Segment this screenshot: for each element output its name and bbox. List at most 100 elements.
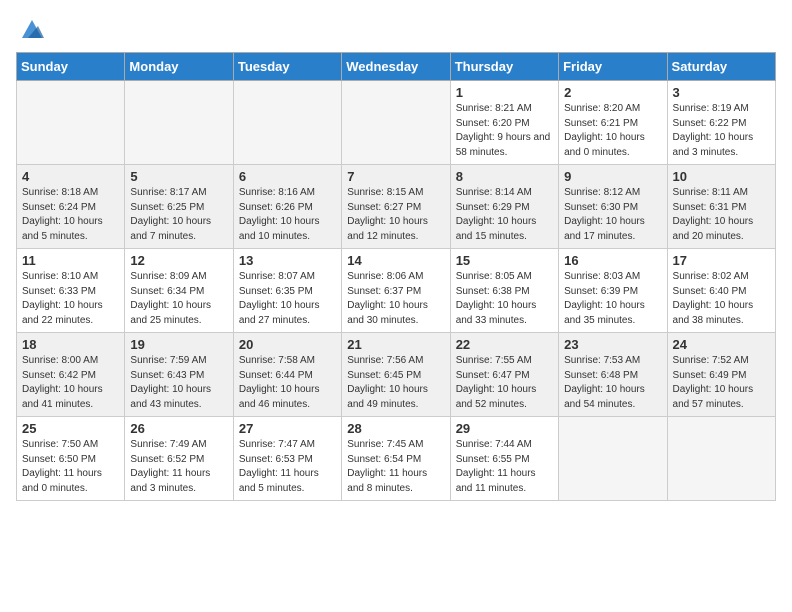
calendar-day-cell: 13 Sunrise: 8:07 AMSunset: 6:35 PMDayligh…	[233, 249, 341, 333]
calendar-day-cell: 14 Sunrise: 8:06 AMSunset: 6:37 PMDayligh…	[342, 249, 450, 333]
day-info: Sunrise: 7:49 AMSunset: 6:52 PMDaylight:…	[130, 438, 227, 496]
calendar-day-cell	[667, 417, 775, 501]
day-info: Sunrise: 8:21 AMSunset: 6:20 PMDaylight:…	[456, 102, 553, 160]
calendar-day-cell: 2 Sunrise: 8:20 AMSunset: 6:21 PMDaylight…	[559, 81, 667, 165]
calendar-day-cell: 24 Sunrise: 7:52 AMSunset: 6:49 PMDayligh…	[667, 333, 775, 417]
day-info: Sunrise: 7:47 AMSunset: 6:53 PMDaylight:…	[239, 438, 336, 496]
day-info: Sunrise: 8:10 AMSunset: 6:33 PMDaylight:…	[22, 270, 119, 328]
day-number: 22	[456, 337, 553, 352]
day-number: 23	[564, 337, 661, 352]
calendar-day-cell: 7 Sunrise: 8:15 AMSunset: 6:27 PMDaylight…	[342, 165, 450, 249]
calendar-day-cell: 6 Sunrise: 8:16 AMSunset: 6:26 PMDaylight…	[233, 165, 341, 249]
calendar-day-cell: 8 Sunrise: 8:14 AMSunset: 6:29 PMDaylight…	[450, 165, 558, 249]
calendar-day-cell: 4 Sunrise: 8:18 AMSunset: 6:24 PMDaylight…	[17, 165, 125, 249]
day-number: 2	[564, 85, 661, 100]
day-number: 6	[239, 169, 336, 184]
day-number: 15	[456, 253, 553, 268]
day-info: Sunrise: 8:07 AMSunset: 6:35 PMDaylight:…	[239, 270, 336, 328]
day-header-tuesday: Tuesday	[233, 53, 341, 81]
calendar-day-cell	[559, 417, 667, 501]
day-info: Sunrise: 7:56 AMSunset: 6:45 PMDaylight:…	[347, 354, 444, 412]
calendar-week-row: 11 Sunrise: 8:10 AMSunset: 6:33 PMDayligh…	[17, 249, 776, 333]
day-info: Sunrise: 8:09 AMSunset: 6:34 PMDaylight:…	[130, 270, 227, 328]
calendar-day-cell: 26 Sunrise: 7:49 AMSunset: 6:52 PMDayligh…	[125, 417, 233, 501]
calendar-day-cell: 9 Sunrise: 8:12 AMSunset: 6:30 PMDaylight…	[559, 165, 667, 249]
calendar-day-cell: 25 Sunrise: 7:50 AMSunset: 6:50 PMDayligh…	[17, 417, 125, 501]
day-number: 27	[239, 421, 336, 436]
day-number: 28	[347, 421, 444, 436]
day-number: 9	[564, 169, 661, 184]
day-info: Sunrise: 8:05 AMSunset: 6:38 PMDaylight:…	[456, 270, 553, 328]
day-number: 17	[673, 253, 770, 268]
day-number: 12	[130, 253, 227, 268]
calendar-week-row: 1 Sunrise: 8:21 AMSunset: 6:20 PMDaylight…	[17, 81, 776, 165]
day-number: 11	[22, 253, 119, 268]
calendar-day-cell: 3 Sunrise: 8:19 AMSunset: 6:22 PMDaylight…	[667, 81, 775, 165]
day-number: 25	[22, 421, 119, 436]
day-info: Sunrise: 7:50 AMSunset: 6:50 PMDaylight:…	[22, 438, 119, 496]
day-number: 26	[130, 421, 227, 436]
calendar-day-cell: 10 Sunrise: 8:11 AMSunset: 6:31 PMDayligh…	[667, 165, 775, 249]
day-info: Sunrise: 8:00 AMSunset: 6:42 PMDaylight:…	[22, 354, 119, 412]
day-info: Sunrise: 7:53 AMSunset: 6:48 PMDaylight:…	[564, 354, 661, 412]
day-info: Sunrise: 8:14 AMSunset: 6:29 PMDaylight:…	[456, 186, 553, 244]
day-info: Sunrise: 7:55 AMSunset: 6:47 PMDaylight:…	[456, 354, 553, 412]
calendar-day-cell: 28 Sunrise: 7:45 AMSunset: 6:54 PMDayligh…	[342, 417, 450, 501]
calendar-day-cell: 21 Sunrise: 7:56 AMSunset: 6:45 PMDayligh…	[342, 333, 450, 417]
calendar-day-cell: 29 Sunrise: 7:44 AMSunset: 6:55 PMDayligh…	[450, 417, 558, 501]
logo-icon	[18, 16, 46, 44]
day-number: 19	[130, 337, 227, 352]
day-info: Sunrise: 8:16 AMSunset: 6:26 PMDaylight:…	[239, 186, 336, 244]
day-number: 10	[673, 169, 770, 184]
calendar-week-row: 25 Sunrise: 7:50 AMSunset: 6:50 PMDayligh…	[17, 417, 776, 501]
day-header-wednesday: Wednesday	[342, 53, 450, 81]
day-info: Sunrise: 8:02 AMSunset: 6:40 PMDaylight:…	[673, 270, 770, 328]
day-info: Sunrise: 8:19 AMSunset: 6:22 PMDaylight:…	[673, 102, 770, 160]
calendar-week-row: 4 Sunrise: 8:18 AMSunset: 6:24 PMDaylight…	[17, 165, 776, 249]
calendar-day-cell	[233, 81, 341, 165]
day-info: Sunrise: 8:20 AMSunset: 6:21 PMDaylight:…	[564, 102, 661, 160]
day-number: 13	[239, 253, 336, 268]
day-info: Sunrise: 7:59 AMSunset: 6:43 PMDaylight:…	[130, 354, 227, 412]
calendar-day-cell	[342, 81, 450, 165]
day-number: 3	[673, 85, 770, 100]
calendar-table: SundayMondayTuesdayWednesdayThursdayFrid…	[16, 52, 776, 501]
day-info: Sunrise: 7:45 AMSunset: 6:54 PMDaylight:…	[347, 438, 444, 496]
day-info: Sunrise: 8:06 AMSunset: 6:37 PMDaylight:…	[347, 270, 444, 328]
day-info: Sunrise: 7:52 AMSunset: 6:49 PMDaylight:…	[673, 354, 770, 412]
calendar-day-cell: 19 Sunrise: 7:59 AMSunset: 6:43 PMDayligh…	[125, 333, 233, 417]
calendar-day-cell	[125, 81, 233, 165]
day-number: 4	[22, 169, 119, 184]
day-header-monday: Monday	[125, 53, 233, 81]
day-info: Sunrise: 8:15 AMSunset: 6:27 PMDaylight:…	[347, 186, 444, 244]
logo	[16, 16, 46, 44]
calendar-day-cell: 16Sunrise: 8:03 AMSunset: 6:39 PMDayligh…	[559, 249, 667, 333]
day-info: Sunrise: 7:44 AMSunset: 6:55 PMDaylight:…	[456, 438, 553, 496]
calendar-week-row: 18 Sunrise: 8:00 AMSunset: 6:42 PMDayligh…	[17, 333, 776, 417]
day-info: Sunrise: 8:11 AMSunset: 6:31 PMDaylight:…	[673, 186, 770, 244]
page-header	[16, 16, 776, 44]
day-number: 29	[456, 421, 553, 436]
calendar-day-cell: 11 Sunrise: 8:10 AMSunset: 6:33 PMDayligh…	[17, 249, 125, 333]
calendar-header-row: SundayMondayTuesdayWednesdayThursdayFrid…	[17, 53, 776, 81]
day-header-friday: Friday	[559, 53, 667, 81]
day-number: 1	[456, 85, 553, 100]
day-info: Sunrise: 8:12 AMSunset: 6:30 PMDaylight:…	[564, 186, 661, 244]
day-info: Sunrise: 8:18 AMSunset: 6:24 PMDaylight:…	[22, 186, 119, 244]
day-header-saturday: Saturday	[667, 53, 775, 81]
day-info: Sunrise: 8:17 AMSunset: 6:25 PMDaylight:…	[130, 186, 227, 244]
day-info: Sunrise: 8:03 AMSunset: 6:39 PMDaylight:…	[564, 270, 661, 328]
day-info: Sunrise: 7:58 AMSunset: 6:44 PMDaylight:…	[239, 354, 336, 412]
day-header-thursday: Thursday	[450, 53, 558, 81]
calendar-day-cell	[17, 81, 125, 165]
day-number: 7	[347, 169, 444, 184]
calendar-day-cell: 12 Sunrise: 8:09 AMSunset: 6:34 PMDayligh…	[125, 249, 233, 333]
day-number: 24	[673, 337, 770, 352]
day-number: 8	[456, 169, 553, 184]
day-number: 14	[347, 253, 444, 268]
day-number: 18	[22, 337, 119, 352]
day-number: 20	[239, 337, 336, 352]
calendar-day-cell: 5Sunrise: 8:17 AMSunset: 6:25 PMDaylight…	[125, 165, 233, 249]
calendar-day-cell: 20 Sunrise: 7:58 AMSunset: 6:44 PMDayligh…	[233, 333, 341, 417]
day-number: 21	[347, 337, 444, 352]
